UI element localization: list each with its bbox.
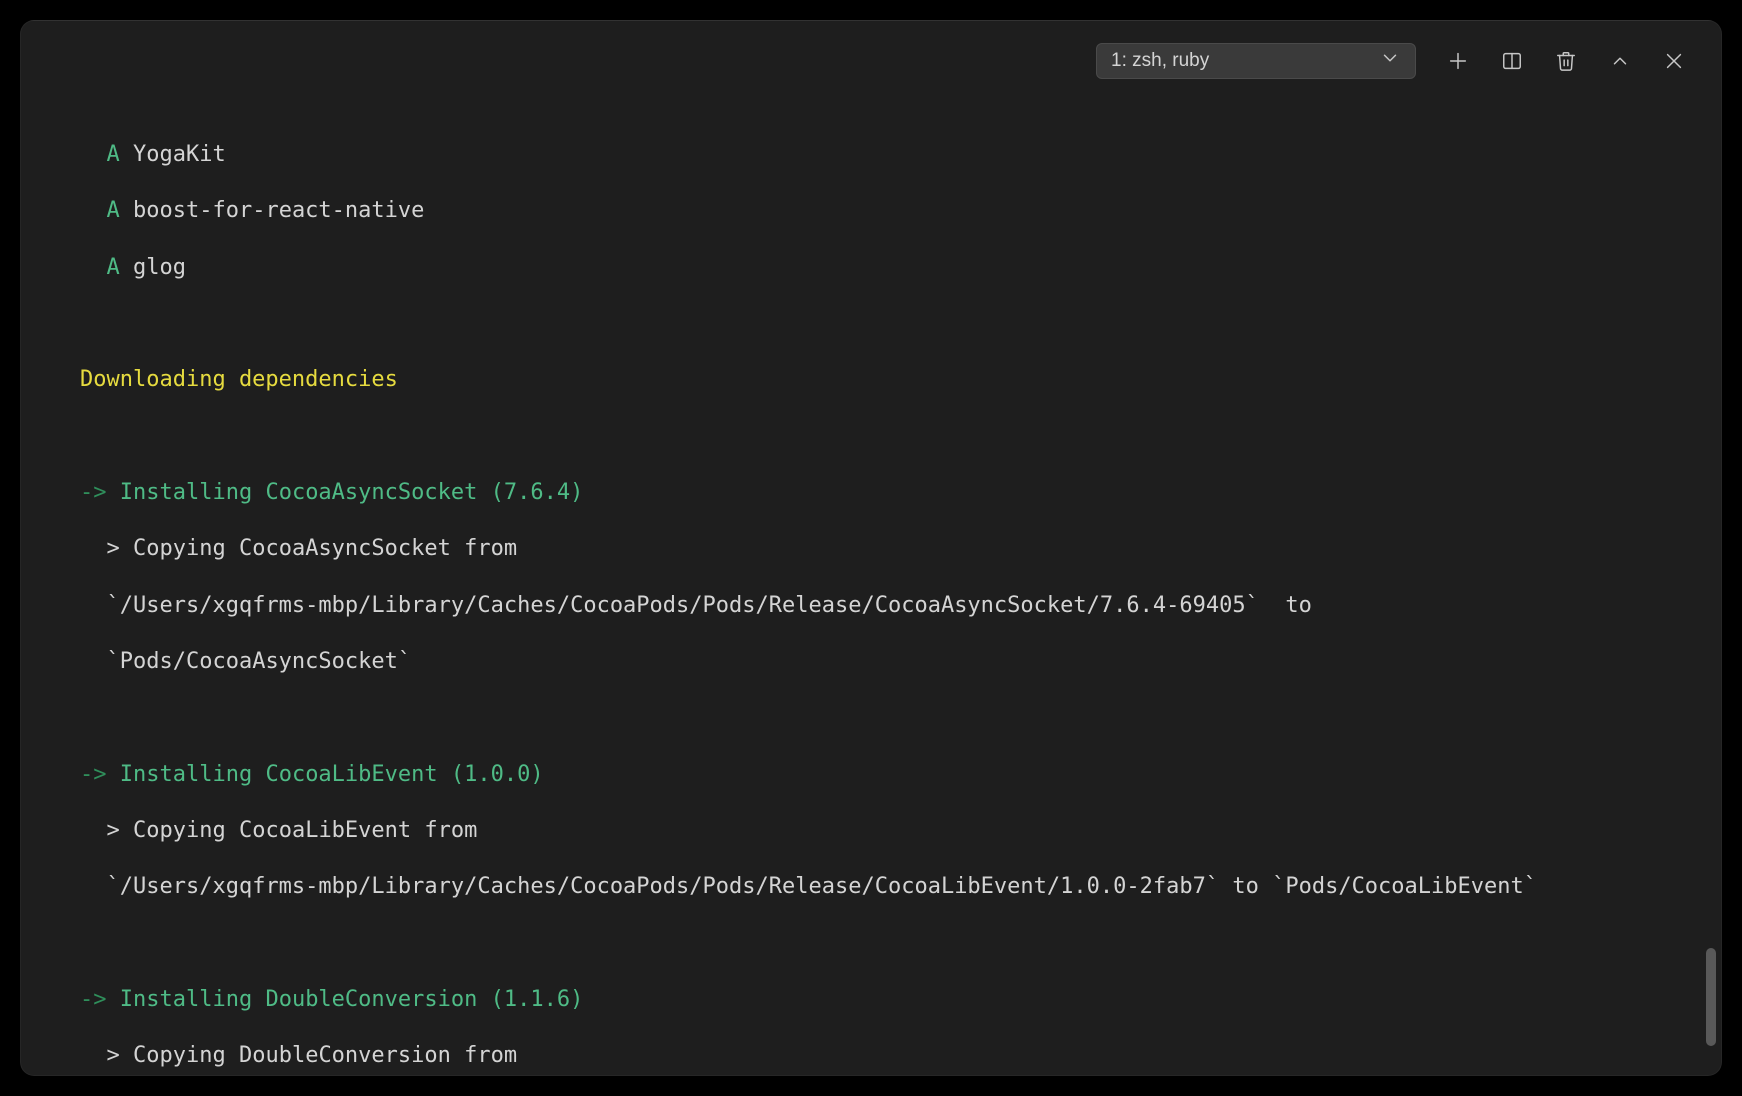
pkg-name: DoubleConversion xyxy=(239,1043,451,1068)
terminal-window: 1: zsh, ruby A YogaKit A boost-for-react… xyxy=(20,20,1722,1076)
path-dest: `Pods/CocoaAsyncSocket` xyxy=(107,649,412,674)
pkg-name: DoubleConversion xyxy=(265,987,477,1012)
maximize-panel-button[interactable] xyxy=(1608,49,1632,73)
gt: > xyxy=(107,818,120,843)
path-dest: `Pods/CocoaLibEvent` xyxy=(1272,874,1537,899)
arrow: -> xyxy=(80,762,107,787)
pod-name: glog xyxy=(133,255,186,280)
arrow: -> xyxy=(80,480,107,505)
pod-name: boost-for-react-native xyxy=(133,198,424,223)
terminal-selector-label: 1: zsh, ruby xyxy=(1111,50,1209,72)
pkg-version: (7.6.4) xyxy=(491,480,584,505)
install-word: Installing xyxy=(120,987,252,1012)
section-heading: Downloading dependencies xyxy=(80,367,398,392)
install-word: Installing xyxy=(120,762,252,787)
path-cache: `/Users/xgqfrms-mbp/Library/Caches/Cocoa… xyxy=(107,874,1220,899)
terminal-selector-dropdown[interactable]: 1: zsh, ruby xyxy=(1096,43,1416,79)
arrow: -> xyxy=(80,987,107,1012)
terminal-output[interactable]: A YogaKit A boost-for-react-native A glo… xyxy=(20,89,1722,1076)
pkg-name: CocoaAsyncSocket xyxy=(265,480,477,505)
split-terminal-button[interactable] xyxy=(1500,49,1524,73)
from-word: from xyxy=(464,1043,517,1068)
gt: > xyxy=(107,536,120,561)
copy-word: Copying xyxy=(133,1043,226,1068)
terminal-scrollbar[interactable] xyxy=(1704,89,1718,1076)
terminal-toolbar: 1: zsh, ruby xyxy=(20,25,1722,89)
install-word: Installing xyxy=(120,480,252,505)
status-mark: A xyxy=(107,142,120,167)
pkg-name: CocoaLibEvent xyxy=(239,818,411,843)
status-mark: A xyxy=(107,198,120,223)
gt: > xyxy=(107,1043,120,1068)
to-word: to xyxy=(1232,874,1259,899)
terminal-scrollbar-thumb[interactable] xyxy=(1706,948,1716,1047)
pkg-name: CocoaAsyncSocket xyxy=(239,536,451,561)
from-word: from xyxy=(424,818,477,843)
pkg-name: CocoaLibEvent xyxy=(265,762,437,787)
pkg-version: (1.1.6) xyxy=(491,987,584,1012)
from-word: from xyxy=(464,536,517,561)
to-word: to xyxy=(1285,593,1312,618)
close-panel-button[interactable] xyxy=(1662,49,1686,73)
chevron-down-icon xyxy=(1379,47,1401,75)
pod-name: YogaKit xyxy=(133,142,226,167)
terminal-area: A YogaKit A boost-for-react-native A glo… xyxy=(20,89,1722,1076)
copy-word: Copying xyxy=(133,818,226,843)
status-mark: A xyxy=(107,255,120,280)
path-cache: `/Users/xgqfrms-mbp/Library/Caches/Cocoa… xyxy=(107,593,1259,618)
copy-word: Copying xyxy=(133,536,226,561)
kill-terminal-button[interactable] xyxy=(1554,49,1578,73)
new-terminal-button[interactable] xyxy=(1446,49,1470,73)
pkg-version: (1.0.0) xyxy=(451,762,544,787)
